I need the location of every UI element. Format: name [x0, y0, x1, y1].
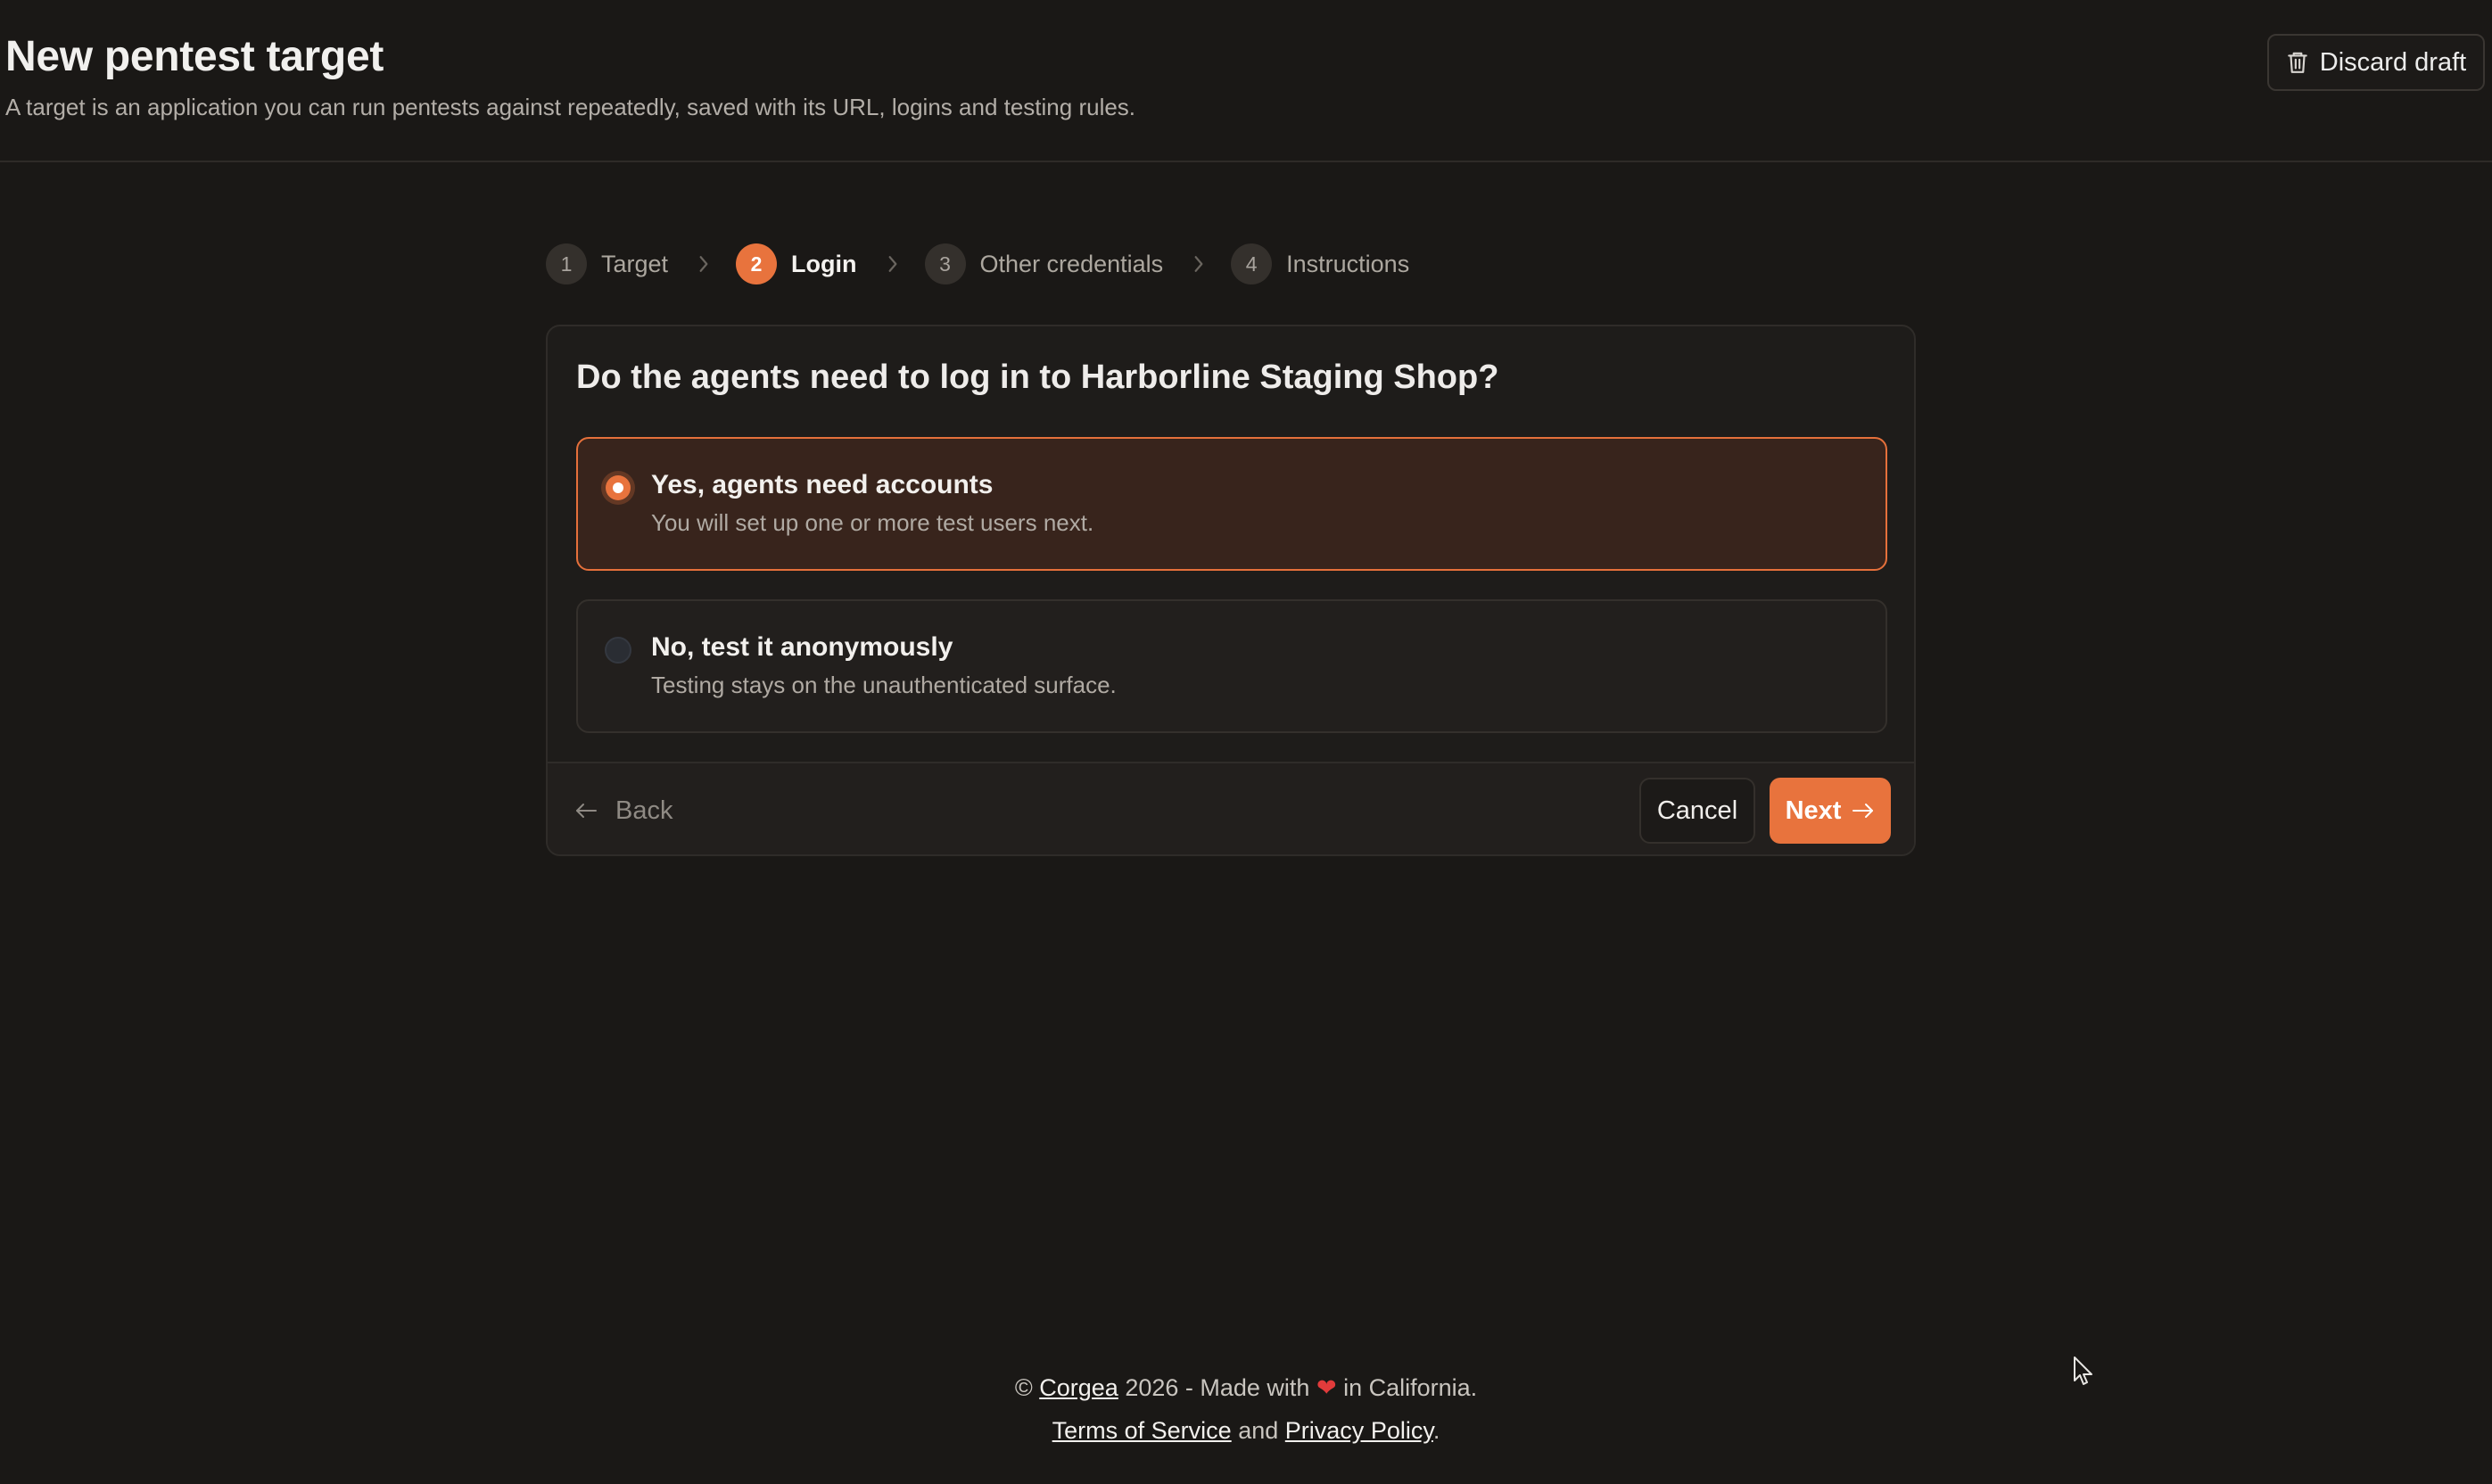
next-button[interactable]: Next [1770, 778, 1891, 844]
corgea-link[interactable]: Corgea [1039, 1374, 1118, 1401]
page-title: New pentest target [5, 33, 384, 80]
option-yes-accounts[interactable]: Yes, agents need accounts You will set u… [576, 437, 1887, 571]
option-title: Yes, agents need accounts [651, 470, 994, 499]
chevron-right-icon [695, 255, 713, 273]
step-label: Other credentials [979, 250, 1164, 277]
radio-selected[interactable] [601, 471, 635, 505]
step-instructions[interactable]: 4 Instructions [1231, 243, 1409, 284]
privacy-link[interactable]: Privacy Policy [1285, 1417, 1433, 1444]
login-question-card: Do the agents need to log in to Harborli… [546, 325, 1916, 856]
option-title: No, test it anonymously [651, 632, 953, 662]
chevron-right-icon [884, 255, 902, 273]
period-text: . [1432, 1417, 1440, 1444]
page-header: New pentest target A target is an applic… [0, 0, 2492, 162]
cancel-button[interactable]: Cancel [1639, 778, 1755, 844]
step-target[interactable]: 1 Target [546, 243, 668, 284]
option-no-anonymous[interactable]: No, test it anonymously Testing stays on… [576, 599, 1887, 733]
radio-unselected[interactable] [601, 633, 635, 667]
step-number: 2 [736, 243, 778, 284]
trash-icon [2288, 52, 2307, 73]
discard-draft-label: Discard draft [2319, 47, 2467, 77]
heart-icon: ❤ [1316, 1374, 1337, 1401]
step-number: 1 [546, 243, 587, 284]
footer-line-2: Terms of Service and Privacy Policy. [0, 1409, 2492, 1452]
stepper: 1 Target 2 Login 3 Other credentials 4 I… [546, 243, 1409, 285]
step-number: 3 [924, 243, 966, 284]
option-description: Testing stays on the unauthenticated sur… [651, 672, 1117, 698]
made-with-suffix: in California. [1343, 1374, 1478, 1401]
next-label: Next [1785, 796, 1842, 825]
step-label: Login [791, 250, 857, 277]
copyright-symbol: © [1014, 1374, 1033, 1401]
card-question: Do the agents need to log in to Harborli… [576, 359, 1499, 396]
terms-link[interactable]: Terms of Service [1052, 1417, 1232, 1444]
step-login[interactable]: 2 Login [736, 243, 857, 284]
back-button[interactable]: Back [574, 787, 673, 835]
arrow-right-icon [1852, 804, 1874, 818]
step-other-credentials[interactable]: 3 Other credentials [924, 243, 1164, 284]
and-text: and [1238, 1417, 1279, 1444]
page-subtitle: A target is an application you can run p… [5, 94, 1136, 120]
arrow-left-icon [576, 804, 597, 818]
card-footer: Back Cancel Next [548, 762, 1914, 854]
page: New pentest target A target is an applic… [0, 0, 2492, 1484]
step-label: Instructions [1286, 250, 1410, 277]
footer-line-1: © Corgea 2026 - Made with ❤ in Californi… [0, 1366, 2492, 1409]
chevron-right-icon [1190, 255, 1208, 273]
step-label: Target [601, 250, 669, 277]
made-with-prefix: 2026 - Made with [1125, 1374, 1310, 1401]
discard-draft-button[interactable]: Discard draft [2267, 34, 2485, 91]
back-label: Back [615, 796, 673, 825]
option-description: You will set up one or more test users n… [651, 509, 1094, 536]
mouse-cursor-icon [2074, 1356, 2092, 1385]
step-number: 4 [1231, 243, 1273, 284]
page-footer: © Corgea 2026 - Made with ❤ in Californi… [0, 1366, 2492, 1452]
